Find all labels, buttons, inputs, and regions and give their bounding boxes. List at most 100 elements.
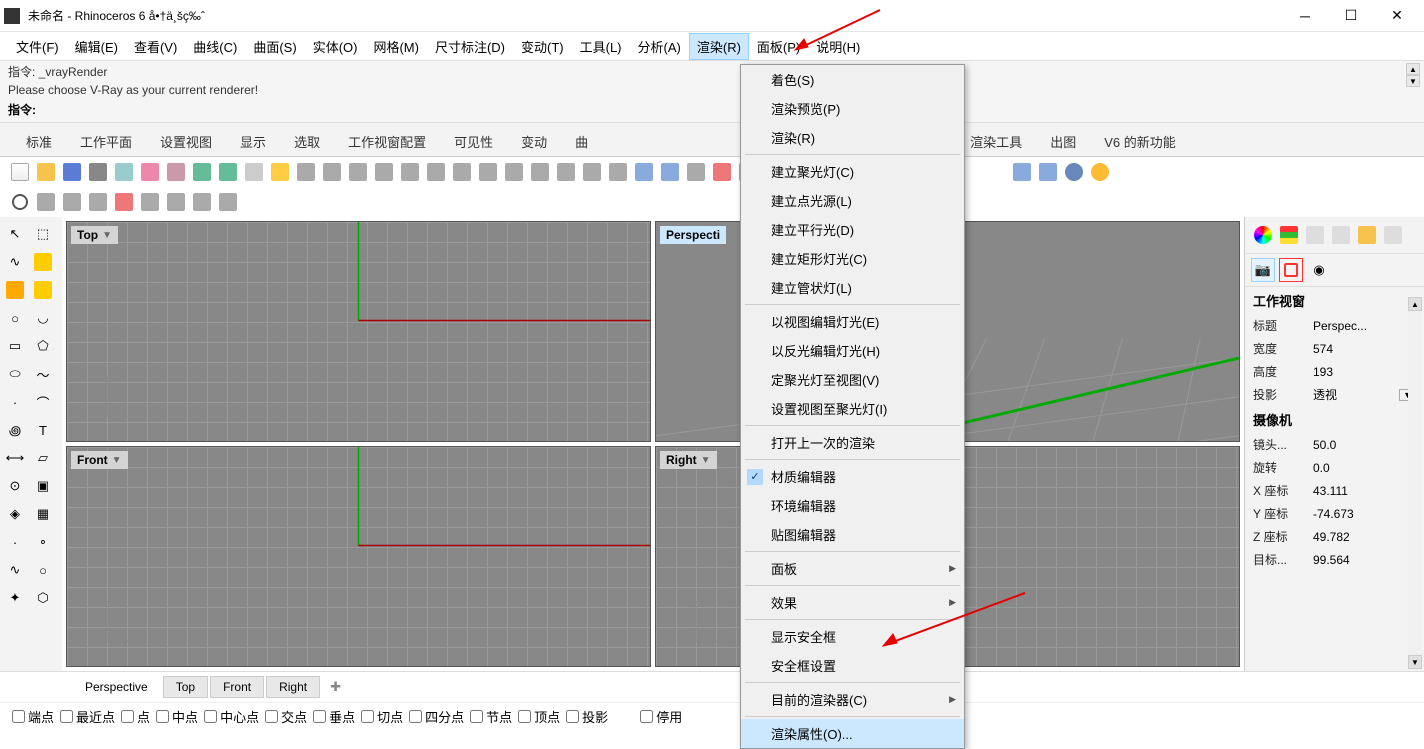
tab-setview[interactable]: 设置视图	[146, 127, 226, 156]
print-icon[interactable]	[86, 160, 110, 184]
move-tool-icon[interactable]	[2, 277, 28, 303]
loft-icon[interactable]: ◈	[2, 501, 28, 527]
tool-15-icon[interactable]	[658, 160, 682, 184]
sec-tool-9-icon[interactable]	[216, 190, 240, 214]
arc-icon[interactable]: ◡	[30, 305, 56, 331]
new-icon[interactable]	[8, 160, 32, 184]
render-menu-item-6[interactable]: 建立平行光(D)	[741, 215, 964, 244]
sec-tool-3-icon[interactable]	[60, 190, 84, 214]
viewport-right-header[interactable]: Right▼	[660, 451, 717, 469]
tool-9-icon[interactable]	[502, 160, 526, 184]
lt-3-icon[interactable]: ∿	[2, 557, 28, 583]
camera-mode-icon[interactable]: 📷	[1251, 258, 1275, 282]
tool-14-icon[interactable]	[632, 160, 656, 184]
tool-10-icon[interactable]	[528, 160, 552, 184]
surface-icon[interactable]: ▱	[30, 445, 56, 471]
cplane-icon[interactable]	[112, 160, 136, 184]
tab-display[interactable]: 显示	[226, 127, 280, 156]
sec-tool-8-icon[interactable]	[190, 190, 214, 214]
text-icon[interactable]: T	[30, 417, 56, 443]
tab-cplane[interactable]: 工作平面	[66, 127, 146, 156]
tab-drafting[interactable]: 出图	[1036, 127, 1090, 156]
menu-help[interactable]: 说明(H)	[808, 33, 868, 60]
osnap-vertex[interactable]: 顶点	[518, 707, 560, 726]
polygon-icon[interactable]: ⬠	[30, 333, 56, 359]
arc3-icon[interactable]: ⌒	[30, 389, 56, 415]
open-icon[interactable]	[34, 160, 58, 184]
render-menu-item-18[interactable]: 环境编辑器	[741, 491, 964, 520]
tool-2-icon[interactable]	[320, 160, 344, 184]
command-history-down[interactable]: ▼	[1406, 75, 1420, 87]
lt-5-icon[interactable]: ✦	[2, 585, 28, 611]
menu-edit[interactable]: 编辑(E)	[67, 33, 126, 60]
tab-transform[interactable]: 变动	[507, 127, 561, 156]
menu-view[interactable]: 查看(V)	[126, 33, 185, 60]
tool-3-icon[interactable]	[346, 160, 370, 184]
group-icon[interactable]	[268, 160, 292, 184]
lt-1-icon[interactable]: ·	[2, 529, 28, 555]
osnap-mid[interactable]: 中点	[156, 707, 198, 726]
circle-icon[interactable]: ○	[2, 305, 28, 331]
render-menu-item-30[interactable]: 渲染属性(O)...	[741, 719, 964, 748]
paste-icon[interactable]	[164, 160, 188, 184]
minimize-button[interactable]: ─	[1282, 1, 1328, 31]
viewport-top-header[interactable]: Top▼	[71, 226, 118, 244]
notes-tab-icon[interactable]	[1381, 223, 1405, 247]
render-menu-item-23[interactable]: 效果	[741, 588, 964, 617]
extrude-icon[interactable]: ▣	[30, 473, 56, 499]
vtab-perspective[interactable]: Perspective	[72, 676, 161, 698]
tool-17-icon[interactable]	[710, 160, 734, 184]
sec-tool-4-icon[interactable]	[86, 190, 110, 214]
tool-16-icon[interactable]	[684, 160, 708, 184]
point-icon[interactable]: ·	[2, 389, 28, 415]
scrollbar-down[interactable]: ▼	[1408, 655, 1422, 669]
render-menu-item-1[interactable]: 渲染预览(P)	[741, 94, 964, 123]
vtab-right[interactable]: Right	[266, 676, 320, 698]
tab-viewport-layout[interactable]: 工作视窗配置	[334, 127, 440, 156]
render-menu-item-12[interactable]: 定聚光灯至视图(V)	[741, 365, 964, 394]
render-menu-item-5[interactable]: 建立点光源(L)	[741, 186, 964, 215]
render-menu-item-0[interactable]: 着色(S)	[741, 65, 964, 94]
osnap-tan[interactable]: 切点	[361, 707, 403, 726]
osnap-near[interactable]: 最近点	[60, 707, 115, 726]
curve-icon[interactable]: ～	[30, 361, 56, 387]
render-menu-item-8[interactable]: 建立管状灯(L)	[741, 273, 964, 302]
tab-v6-new[interactable]: V6 的新功能	[1090, 127, 1190, 156]
render-menu-item-10[interactable]: 以视图编辑灯光(E)	[741, 307, 964, 336]
render-menu-item-28[interactable]: 目前的渲染器(C)	[741, 685, 964, 714]
rect-icon[interactable]: ▭	[2, 333, 28, 359]
save-icon[interactable]	[60, 160, 84, 184]
dim-icon[interactable]: ⟷	[2, 445, 28, 471]
render-menu-item-13[interactable]: 设置视图至聚光灯(I)	[741, 394, 964, 423]
viewport-front-header[interactable]: Front▼	[71, 451, 128, 469]
menu-curve[interactable]: 曲线(C)	[185, 33, 245, 60]
menu-file[interactable]: 文件(F)	[8, 33, 67, 60]
osnap-perp[interactable]: 垂点	[313, 707, 355, 726]
menu-dimension[interactable]: 尺寸标注(D)	[427, 33, 513, 60]
tool-12-icon[interactable]	[580, 160, 604, 184]
vtab-front[interactable]: Front	[210, 676, 264, 698]
tool-8-icon[interactable]	[476, 160, 500, 184]
sec-tool-7-icon[interactable]	[164, 190, 188, 214]
osnap-end[interactable]: 端点	[12, 707, 54, 726]
prop-row-projection[interactable]: 投影 透视 ▼	[1245, 383, 1424, 406]
viewport-top[interactable]: Top▼ y x	[66, 221, 651, 442]
tool-6-icon[interactable]	[424, 160, 448, 184]
menu-transform[interactable]: 变动(T)	[513, 33, 572, 60]
tool-13-icon[interactable]	[606, 160, 630, 184]
tab-select[interactable]: 选取	[280, 127, 334, 156]
lt-6-icon[interactable]: ⬡	[30, 585, 56, 611]
vtab-top[interactable]: Top	[163, 676, 208, 698]
layers-tab-icon[interactable]	[1277, 223, 1301, 247]
add-viewport-tab[interactable]: ✚	[322, 676, 349, 698]
polyline-icon[interactable]: ∿	[2, 249, 28, 275]
osnap-quad[interactable]: 四分点	[409, 707, 464, 726]
osnap-disable[interactable]: 停用	[640, 707, 682, 726]
render-tool-4-icon[interactable]	[1088, 160, 1112, 184]
osnap-int[interactable]: 交点	[265, 707, 307, 726]
ellipse-icon[interactable]: ⬭	[2, 361, 28, 387]
scrollbar-up[interactable]: ▲	[1408, 297, 1422, 311]
render-menu-item-19[interactable]: 贴图编辑器	[741, 520, 964, 549]
sec-tool-1-icon[interactable]	[8, 190, 32, 214]
render-menu-item-26[interactable]: 安全框设置	[741, 651, 964, 680]
